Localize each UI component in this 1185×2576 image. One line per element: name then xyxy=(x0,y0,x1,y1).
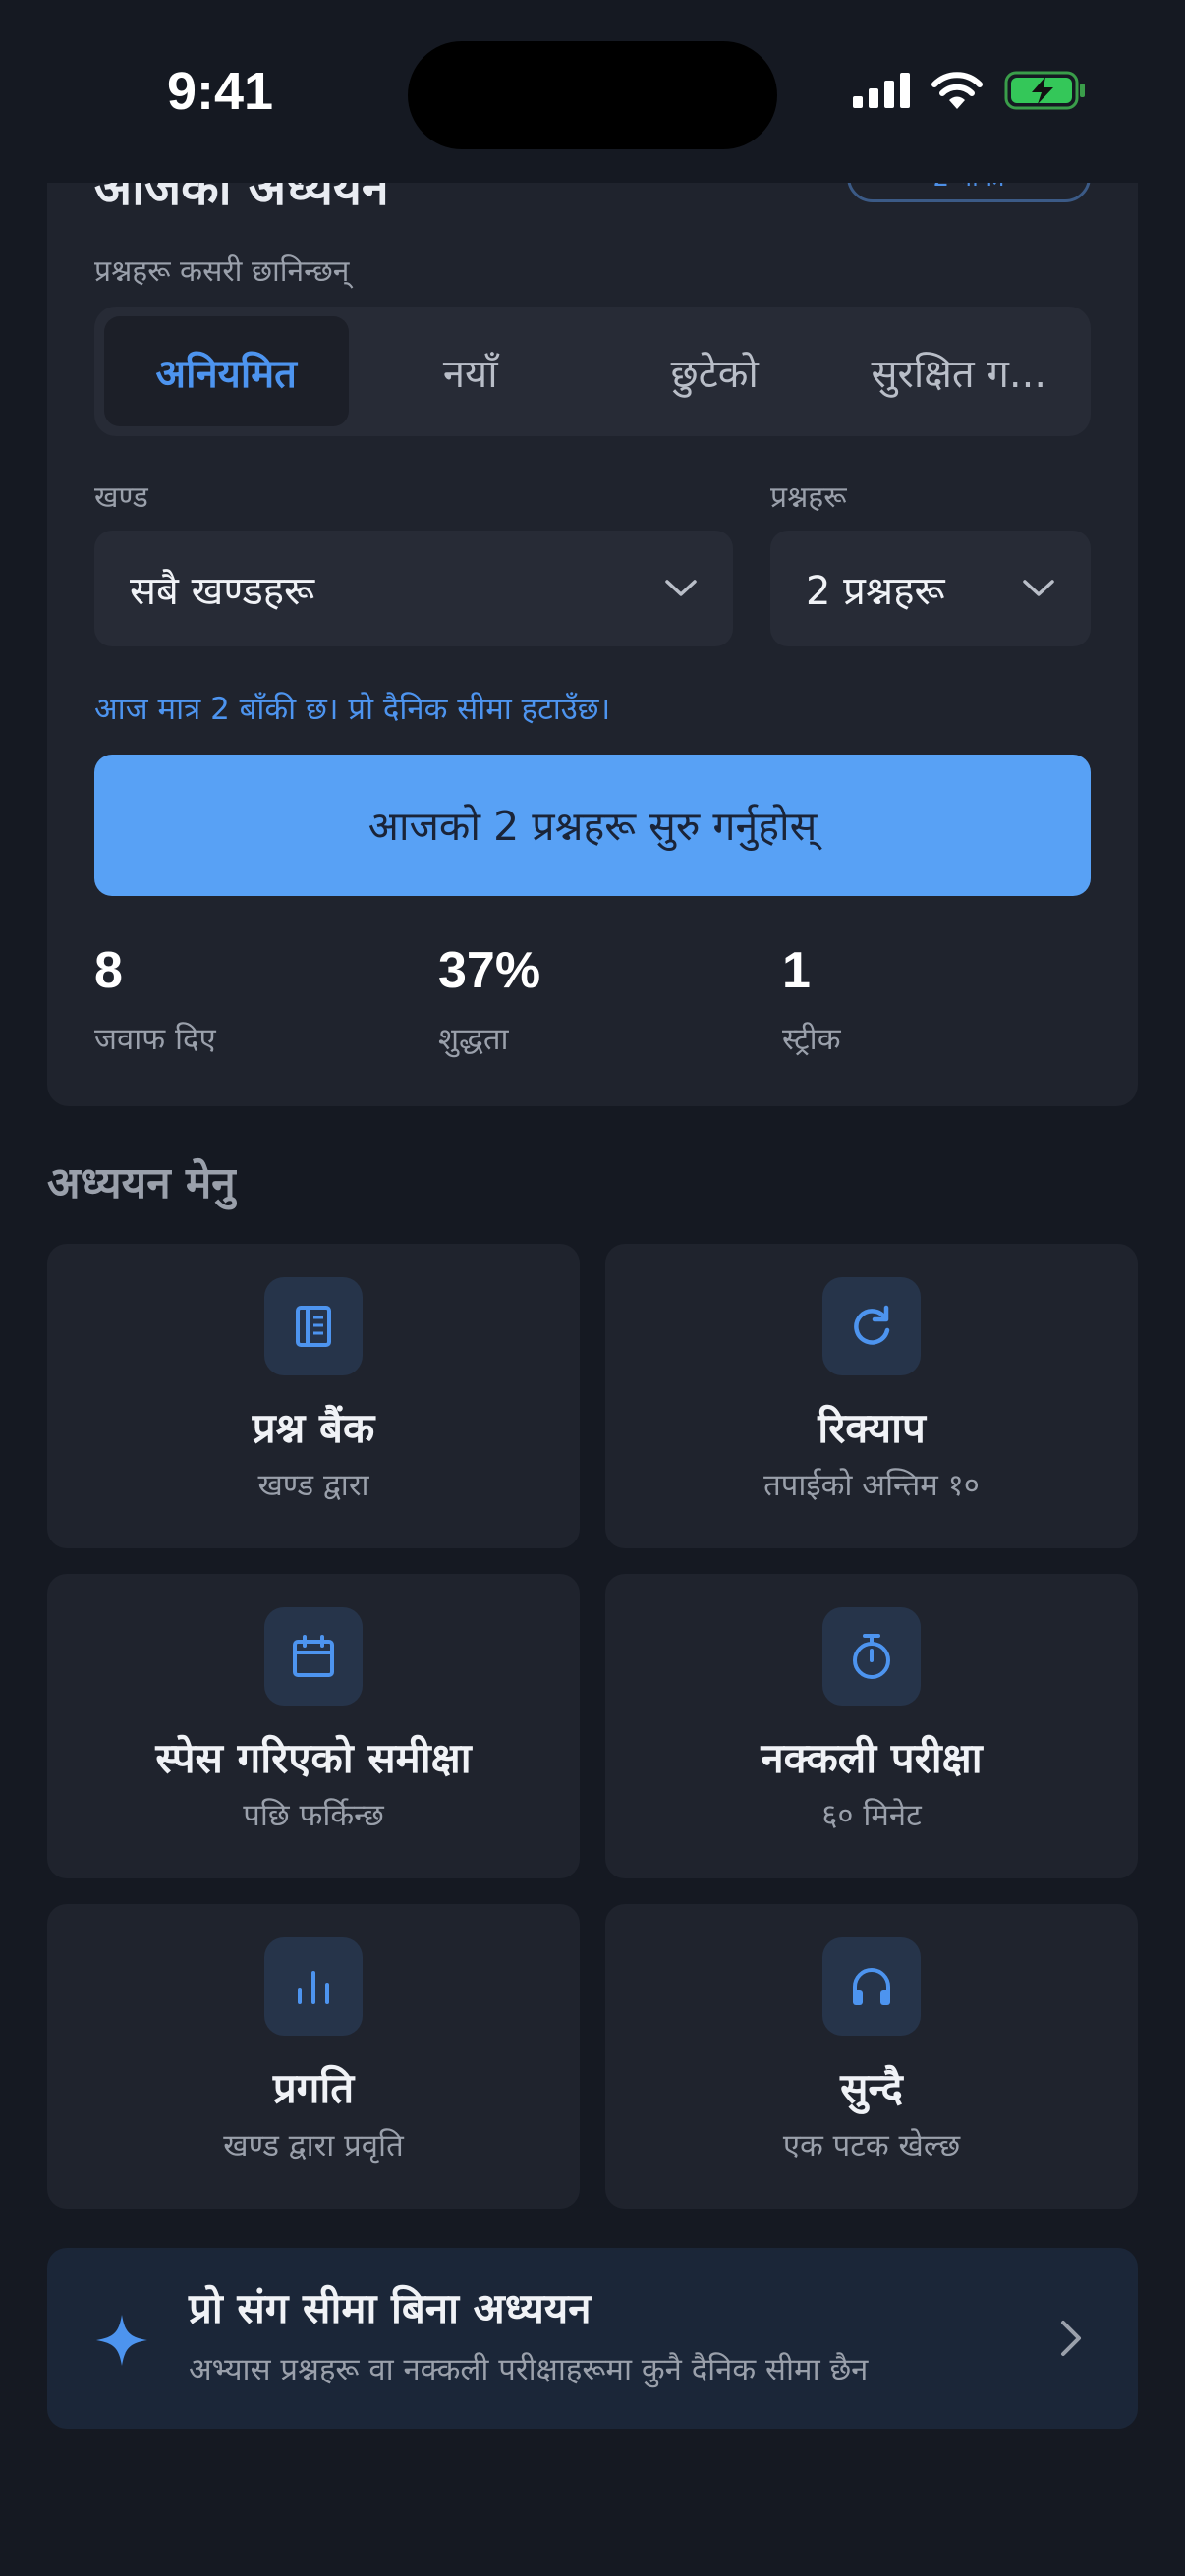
calendar-icon xyxy=(264,1607,363,1706)
menu-tile-question-bank[interactable]: प्रश्न बैंक खण्ड द्वारा xyxy=(47,1244,580,1548)
filter-option-new[interactable]: नयाँ xyxy=(349,316,593,426)
count-select-label: प्रश्नहरू xyxy=(770,480,847,515)
stat-accuracy-label: शुद्धता xyxy=(438,1022,509,1057)
filter-option-random[interactable]: अनियमित xyxy=(104,316,349,426)
question-filter-segmented: अनियमित नयाँ छुटेको सुरक्षित ग... xyxy=(94,307,1091,436)
stat-accuracy-value: 37% xyxy=(438,942,541,999)
wifi-icon xyxy=(931,72,983,109)
dynamic-island xyxy=(408,41,777,149)
menu-tile-mock-exam[interactable]: नक्कली परीक्षा ६० मिनेट xyxy=(605,1574,1138,1878)
section-select[interactable]: सबै खण्डहरू xyxy=(94,531,733,646)
daily-limit-notice[interactable]: आज मात्र 2 बाँकी छ। प्रो दैनिक सीमा हटाउ… xyxy=(94,688,610,729)
stat-streak-label: स्ट्रीक xyxy=(782,1022,841,1057)
menu-tile-title: प्रश्न बैंक xyxy=(252,1404,375,1452)
headphones-icon xyxy=(822,1937,921,2036)
menu-tile-recap[interactable]: रिक्याप तपाईको अन्तिम १० xyxy=(605,1244,1138,1548)
chevron-down-icon xyxy=(665,580,697,596)
menu-tile-subtitle: खण्ड द्वारा xyxy=(257,1468,369,1503)
menu-tile-subtitle: ६० मिनेट xyxy=(821,1798,922,1833)
menu-tile-progress[interactable]: प्रगति खण्ड द्वारा प्रवृति xyxy=(47,1904,580,2209)
pro-subtitle: अभ्यास प्रश्नहरू वा नक्कली परीक्षाहरूमा … xyxy=(189,2352,869,2387)
section-select-value: सबै खण्डहरू xyxy=(130,568,315,614)
filter-option-missed[interactable]: छुटेको xyxy=(592,316,837,426)
bar-chart-icon xyxy=(264,1937,363,2036)
menu-tile-spaced-review[interactable]: स्पेस गरिएको समीक्षा पछि फर्किन्छ xyxy=(47,1574,580,1878)
menu-tile-subtitle: तपाईको अन्तिम १० xyxy=(763,1468,980,1503)
count-select[interactable]: 2 प्रश्नहरू xyxy=(770,531,1091,646)
menu-tile-listening[interactable]: सुन्दै एक पटक खेल्छ xyxy=(605,1904,1138,2209)
menu-tile-title: रिक्याप xyxy=(818,1404,926,1452)
sparkle-icon xyxy=(96,2315,147,2366)
status-icons xyxy=(853,71,1087,110)
stat-answered-value: 8 xyxy=(94,942,123,999)
menu-tile-title: स्पेस गरिएको समीक्षा xyxy=(155,1734,472,1782)
study-menu-title: अध्ययन मेनु xyxy=(47,1158,236,1208)
stat-answered-label: जवाफ दिए xyxy=(94,1022,216,1057)
count-select-value: 2 प्रश्नहरू xyxy=(806,568,945,614)
chevron-right-icon xyxy=(1061,2321,1081,2356)
menu-tile-subtitle: एक पटक खेल्छ xyxy=(782,2128,961,2163)
menu-tile-title: प्रगति xyxy=(272,2064,355,2112)
filter-label: प्रश्नहरू कसरी छानिन्छन् xyxy=(94,254,350,289)
pro-title: प्रो संग सीमा बिना अध्ययन xyxy=(189,2284,592,2332)
menu-tile-subtitle: खण्ड द्वारा प्रवृति xyxy=(223,2128,404,2163)
stopwatch-icon xyxy=(822,1607,921,1706)
status-time: 9:41 xyxy=(167,62,274,121)
battery-charging-icon xyxy=(1004,71,1085,110)
filter-option-saved[interactable]: सुरक्षित ग... xyxy=(837,316,1082,426)
pro-upgrade-banner[interactable]: प्रो संग सीमा बिना अध्ययन अभ्यास प्रश्नह… xyxy=(47,2248,1138,2429)
start-questions-button[interactable]: आजको 2 प्रश्नहरू सुरु गर्नुहोस् xyxy=(94,755,1091,896)
chevron-down-icon xyxy=(1023,580,1054,596)
stat-streak-value: 1 xyxy=(782,942,811,999)
menu-tile-title: नक्कली परीक्षा xyxy=(761,1734,983,1782)
menu-tile-title: सुन्दै xyxy=(840,2064,903,2112)
signal-icon xyxy=(853,73,910,108)
book-icon xyxy=(264,1277,363,1375)
menu-tile-subtitle: पछि फर्किन्छ xyxy=(243,1798,384,1833)
refresh-icon xyxy=(822,1277,921,1375)
section-select-label: खण्ड xyxy=(94,480,148,515)
